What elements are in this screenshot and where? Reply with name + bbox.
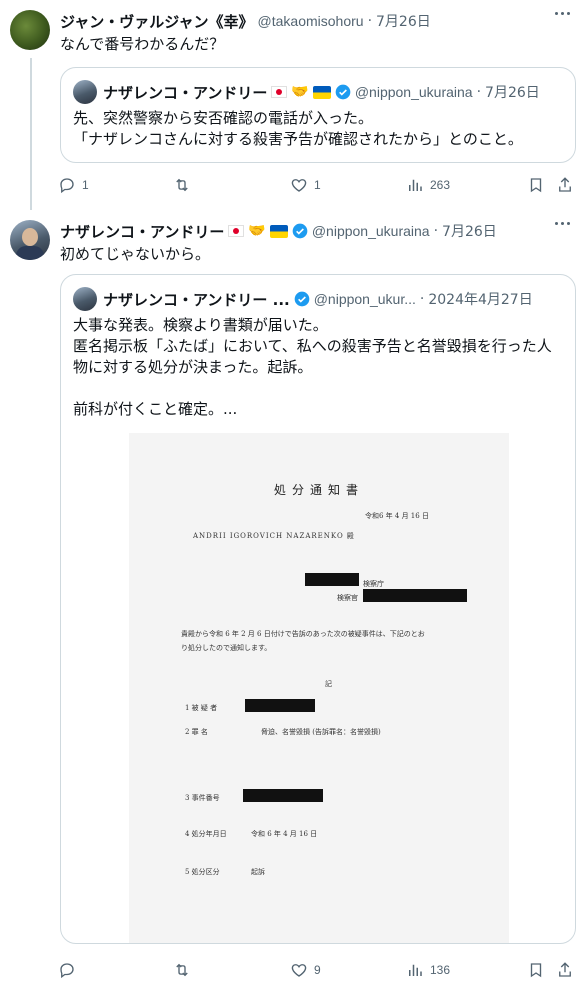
verified-badge-icon [335, 84, 351, 100]
action-bar: 9 136 [56, 960, 578, 980]
reply-count: 1 [82, 178, 89, 192]
view-count: 263 [430, 178, 451, 192]
document-office: 検察庁 [363, 580, 384, 588]
views-button[interactable]: 263 [406, 176, 450, 194]
retweet-icon [176, 963, 188, 977]
separator-dot: · [476, 84, 482, 100]
avatar[interactable] [10, 10, 50, 50]
retweet-icon [176, 178, 188, 192]
quoted-tweet-text: 大事な発表。検察より書類が届いた。 匿名掲示板「ふたば」において、私への殺害予告… [73, 316, 552, 418]
document-body: り処分したので通知します。 [181, 644, 272, 652]
views-button[interactable]: 136 [406, 961, 450, 979]
ukraine-flag-icon [312, 85, 331, 99]
redaction-bar [305, 573, 359, 586]
author-handle: @nippon_ukur... [313, 291, 416, 307]
ukraine-flag-icon [269, 224, 288, 238]
japan-flag-icon [271, 86, 288, 98]
reply-icon [60, 178, 74, 194]
tweet-text: なんで番号わかるんだ？ [60, 35, 225, 53]
tweet-date[interactable]: 7月26日 [442, 221, 497, 241]
separator-dot: · [367, 13, 373, 29]
retweet-button[interactable] [173, 176, 197, 194]
verified-badge-icon [294, 291, 310, 307]
japan-flag-icon [228, 225, 245, 237]
document-item-value: 脅迫、名誉毀損 (告訴罪名：名誉毀損) [261, 728, 381, 736]
tweet-date: 2024年4月27日 [428, 292, 533, 308]
author-name: ナザレンコ・アンドリー [103, 83, 268, 102]
tweet-header: ナザレンコ・アンドリー 🤝 @nippon_ukuraina · 7月26日 [60, 221, 548, 241]
document-item: 2 罪 名 [185, 728, 208, 736]
more-options-button[interactable] [555, 12, 570, 15]
author-handle[interactable]: @takaomisohoru [258, 13, 364, 29]
bookmark-icon [530, 178, 542, 193]
tweet-header: ジャン・ヴァルジャン《幸》 @takaomisohoru · 7月26日 [60, 11, 548, 31]
reply-icon [60, 963, 74, 979]
heart-icon [291, 179, 307, 192]
avatar[interactable] [10, 220, 50, 260]
verified-badge-icon [292, 223, 308, 239]
like-count: 9 [314, 963, 321, 977]
author-name[interactable]: ジャン・ヴァルジャン《幸》 [60, 11, 254, 31]
like-count: 1 [314, 178, 321, 192]
tweet[interactable]: ナザレンコ・アンドリー 🤝 @nippon_ukuraina · 7月26日 初… [0, 210, 588, 987]
avatar [73, 80, 97, 104]
share-button[interactable] [556, 176, 574, 194]
share-icon [559, 962, 571, 977]
redaction-bar [245, 699, 315, 712]
author-name: ナザレンコ・アンドリー ... [103, 290, 290, 309]
document-officer: 検察官 [337, 594, 358, 602]
quoted-tweet-text: 先、突然警察から安否確認の電話が入った。 「ナザレンコさんに対する殺害予告が確認… [73, 109, 523, 148]
author-handle: @nippon_ukuraina [354, 84, 473, 100]
author-name[interactable]: ナザレンコ・アンドリー [60, 221, 224, 241]
document-item: 5 処分区分 [185, 868, 220, 876]
redaction-bar [363, 589, 467, 602]
tweet-date: 7月26日 [485, 85, 540, 101]
avatar [73, 287, 97, 311]
document-addressee: ANDRII IGOROVICH NAZARENKO 殿 [193, 532, 355, 540]
quoted-tweet-header: ナザレンコ・アンドリー 🤝 @nippon_ukuraina · 7月26日 [73, 80, 563, 104]
action-bar: 1 1 263 [56, 175, 578, 195]
bookmark-button[interactable] [527, 961, 545, 979]
quoted-tweet-header: ナザレンコ・アンドリー ... @nippon_ukur... · 2024年4… [73, 287, 563, 311]
document-ki: 記 [325, 680, 332, 688]
view-count: 136 [430, 963, 451, 977]
retweet-button[interactable] [173, 961, 197, 979]
document-item-value: 起訴 [251, 868, 265, 876]
share-icon [559, 177, 571, 192]
document-item: 1 被 疑 者 [185, 704, 218, 712]
tweet[interactable]: ジャン・ヴァルジャン《幸》 @takaomisohoru · 7月26日 なんで… [0, 0, 588, 210]
reply-button[interactable] [58, 961, 82, 979]
document-date: 令和6 年 4 月 16 日 [365, 512, 429, 520]
document-title: 処分通知書 [273, 483, 364, 497]
document-item: 3 事件番号 [185, 794, 220, 802]
quoted-tweet[interactable]: ナザレンコ・アンドリー ... @nippon_ukur... · 2024年4… [60, 274, 576, 944]
tweet-text: 初めてじゃないから。 [60, 245, 211, 263]
author-handle[interactable]: @nippon_ukuraina [312, 223, 430, 239]
bar-chart-icon [409, 964, 422, 976]
document-item: 4 処分年月日 [185, 830, 227, 838]
attached-document-image[interactable]: 処分通知書 令和6 年 4 月 16 日 ANDRII IGOROVICH NA… [129, 433, 509, 943]
reply-button[interactable]: 1 [58, 176, 89, 194]
redaction-bar [243, 789, 323, 802]
more-options-button[interactable] [555, 222, 570, 225]
tweet-date[interactable]: 7月26日 [376, 11, 431, 31]
document-body: 貴殿から令和 6 年 2 月 6 日付けで告訴のあった次の被疑事件は、下記のとお [181, 630, 425, 638]
bookmark-button[interactable] [527, 176, 545, 194]
quoted-tweet[interactable]: ナザレンコ・アンドリー 🤝 @nippon_ukuraina · 7月26日 先… [60, 67, 576, 163]
document-item-value: 令和 6 年 4 月 16 日 [251, 830, 318, 838]
separator-dot: · [433, 223, 439, 239]
handshake-icon: 🤝 [291, 84, 309, 100]
share-button[interactable] [556, 961, 574, 979]
like-button[interactable]: 1 [290, 176, 321, 194]
bookmark-icon [530, 963, 542, 978]
handshake-icon: 🤝 [248, 223, 266, 239]
like-button[interactable]: 9 [290, 961, 321, 979]
separator-dot: · [419, 291, 425, 307]
bar-chart-icon [409, 179, 422, 191]
heart-icon [291, 964, 307, 977]
